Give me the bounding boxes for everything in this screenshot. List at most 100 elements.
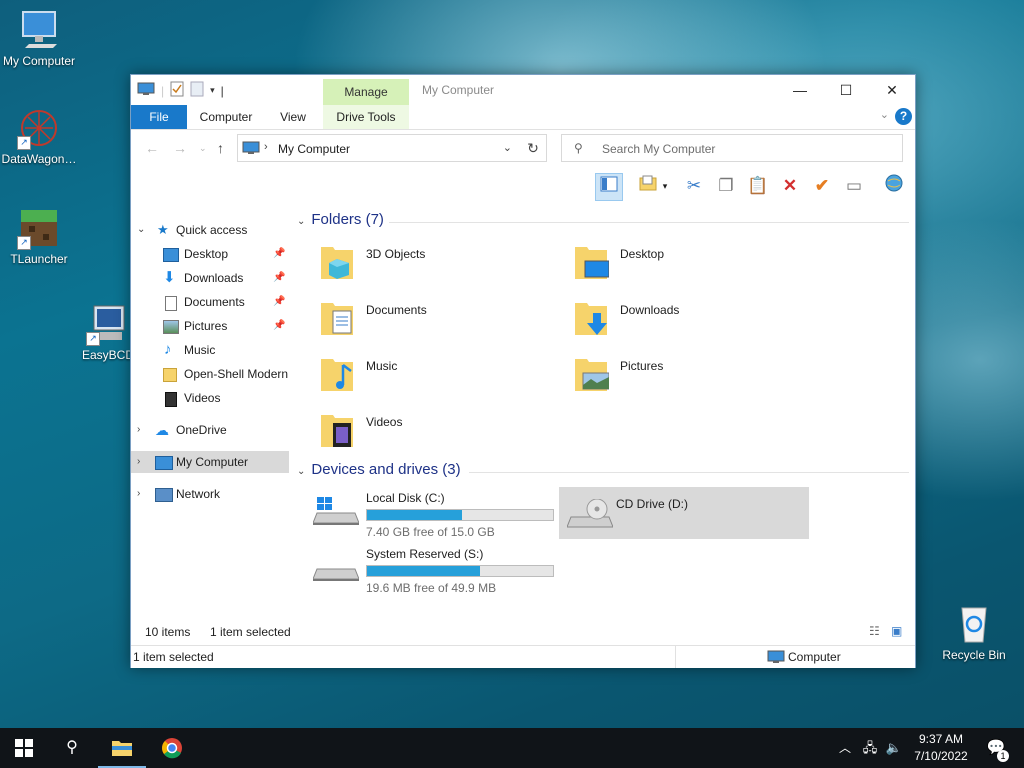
clock[interactable]: 9:37 AM 7/10/2022: [906, 731, 976, 765]
address-bar[interactable]: › My Computer ⌄: [237, 134, 547, 162]
minimize-button[interactable]: —: [777, 75, 823, 105]
desktop-icon-label: Recycle Bin: [942, 648, 1006, 662]
nav-item-videos[interactable]: Videos: [131, 387, 289, 409]
preview-pane-icon[interactable]: [595, 173, 623, 201]
nav-my-computer[interactable]: › My Computer: [131, 451, 289, 473]
nav-item-desktop[interactable]: Desktop 📌: [131, 243, 289, 265]
pin-icon[interactable]: 📌: [273, 291, 285, 313]
drive-system-reserved-s[interactable]: System Reserved (S:) 19.6 MB free of 49.…: [297, 541, 554, 595]
quick-access-toolbar: | ▾ |: [137, 81, 224, 100]
desktop-icon-label: TLauncher: [10, 252, 68, 266]
tab-drive-tools[interactable]: Drive Tools: [323, 105, 409, 129]
help-icon[interactable]: ?: [895, 108, 912, 125]
search-icon[interactable]: ⚲: [48, 728, 96, 768]
tab-view[interactable]: View: [267, 105, 319, 129]
search-icon: ⚲: [574, 141, 583, 155]
search-box[interactable]: ⚲ Search My Computer: [561, 134, 903, 162]
forward-arrow-icon[interactable]: →: [173, 140, 187, 156]
status-bar-bottom: 1 item selected Computer: [131, 645, 915, 668]
folder-pictures[interactable]: Pictures: [551, 347, 791, 399]
tiles-view-icon[interactable]: ▣: [891, 624, 902, 638]
computer-small-icon: [242, 141, 260, 158]
nav-item-downloads[interactable]: ⬇ Downloads 📌: [131, 267, 289, 289]
collapse-chevron-icon[interactable]: ⌄: [297, 466, 305, 477]
folder-3d-objects[interactable]: 3D Objects: [297, 235, 537, 287]
folder-music[interactable]: Music: [297, 347, 537, 399]
copy-icon[interactable]: ❐: [713, 173, 739, 199]
drive-name: Local Disk (C:): [366, 491, 445, 505]
pin-icon[interactable]: 📌: [273, 315, 285, 337]
folder-downloads[interactable]: Downloads: [551, 291, 791, 343]
nav-item-open-shell-modern[interactable]: Open-Shell Modern: [131, 363, 289, 385]
tab-file[interactable]: File: [131, 105, 187, 129]
tab-computer[interactable]: Computer: [189, 105, 263, 129]
nav-quick-access[interactable]: ⌄ ★ Quick access: [131, 219, 289, 241]
address-dropdown-icon[interactable]: ⌄: [503, 141, 512, 154]
pin-icon[interactable]: 📌: [273, 267, 285, 289]
delete-icon[interactable]: ✕: [777, 173, 803, 199]
nav-item-pictures[interactable]: Pictures 📌: [131, 315, 289, 337]
cut-icon[interactable]: ✂: [681, 173, 707, 199]
network-tray-icon[interactable]: 🖧: [858, 728, 882, 768]
paste-icon[interactable]: 📋: [745, 173, 771, 199]
download-arrow-icon: ⬇: [163, 269, 176, 286]
start-button[interactable]: [0, 728, 48, 768]
folder-videos[interactable]: Videos: [297, 403, 537, 455]
maximize-button[interactable]: ☐: [823, 75, 869, 105]
expand-chevron-icon[interactable]: ›: [137, 451, 140, 473]
breadcrumb-my-computer[interactable]: My Computer: [278, 142, 350, 156]
new-folder-icon[interactable]: [190, 81, 204, 100]
desktop-icon-my-computer[interactable]: My Computer: [0, 8, 81, 68]
action-center-icon[interactable]: 💬 1: [978, 728, 1014, 768]
back-arrow-icon[interactable]: ←: [145, 140, 159, 156]
ribbon-expand-icon[interactable]: ⌄: [880, 108, 889, 121]
nav-onedrive[interactable]: › ☁ OneDrive: [131, 419, 289, 441]
pin-icon[interactable]: 📌: [273, 243, 285, 265]
folder-name: Desktop: [620, 247, 665, 261]
volume-icon[interactable]: 🔈: [882, 728, 906, 768]
breadcrumb-chevron-icon[interactable]: ›: [264, 141, 268, 153]
collapse-chevron-icon[interactable]: ⌄: [137, 219, 145, 241]
refresh-button[interactable]: ↻: [520, 134, 547, 162]
nav-label: OneDrive: [176, 423, 227, 437]
details-view-icon[interactable]: ☷: [869, 624, 880, 638]
document-icon: [165, 296, 177, 311]
nav-item-music[interactable]: ♪ Music: [131, 339, 289, 361]
pictures-icon: [163, 320, 179, 334]
qat-dropdown-icon[interactable]: ▾: [210, 85, 215, 96]
tab-manage[interactable]: Manage: [323, 79, 409, 105]
up-arrow-icon[interactable]: ↑: [217, 140, 224, 156]
nav-network[interactable]: › Network: [131, 483, 289, 505]
globe-icon[interactable]: [881, 173, 907, 199]
nav-item-documents[interactable]: Documents 📌: [131, 291, 289, 313]
folder-name: Pictures: [620, 359, 664, 373]
drive-local-disk-c[interactable]: Local Disk (C:) 7.40 GB free of 15.0 GB: [297, 485, 554, 539]
folders-section-header[interactable]: ⌄ Folders (7): [297, 211, 909, 228]
properties-icon[interactable]: [170, 81, 184, 100]
views-dropdown-icon[interactable]: ▾: [659, 173, 671, 199]
videos-folder-icon: [319, 409, 355, 449]
folder-desktop[interactable]: Desktop: [551, 235, 791, 287]
expand-chevron-icon[interactable]: ›: [137, 419, 140, 441]
search-placeholder: Search My Computer: [602, 142, 716, 156]
drive-cd-drive-d[interactable]: CD Drive (D:): [559, 487, 809, 539]
desktop-icon-datawagon[interactable]: ↗ DataWagon…: [0, 106, 81, 166]
rename-icon[interactable]: ▭: [841, 173, 867, 199]
file-explorer-taskbar-icon[interactable]: [98, 728, 146, 768]
nav-label: My Computer: [176, 455, 249, 469]
computer-small-icon: [767, 650, 785, 663]
desktop-icon-label: DataWagon…: [1, 152, 77, 166]
chrome-icon[interactable]: [148, 728, 196, 768]
desktop-icon-recycle-bin[interactable]: Recycle Bin: [932, 602, 1016, 662]
checkmark-icon[interactable]: ✔: [809, 173, 835, 199]
recent-locations-icon[interactable]: ⌄: [199, 143, 207, 154]
show-hidden-icons-chevron-icon[interactable]: ︿: [834, 728, 856, 768]
close-button[interactable]: ✕: [869, 75, 915, 105]
desktop-icon-tlauncher[interactable]: ↗ TLauncher: [0, 206, 81, 266]
views-icon[interactable]: [635, 173, 661, 199]
folder-documents[interactable]: Documents: [297, 291, 537, 343]
cloud-icon: ☁: [155, 422, 169, 438]
devices-section-header[interactable]: ⌄ Devices and drives (3): [297, 461, 909, 478]
collapse-chevron-icon[interactable]: ⌄: [297, 216, 305, 227]
expand-chevron-icon[interactable]: ›: [137, 483, 140, 505]
